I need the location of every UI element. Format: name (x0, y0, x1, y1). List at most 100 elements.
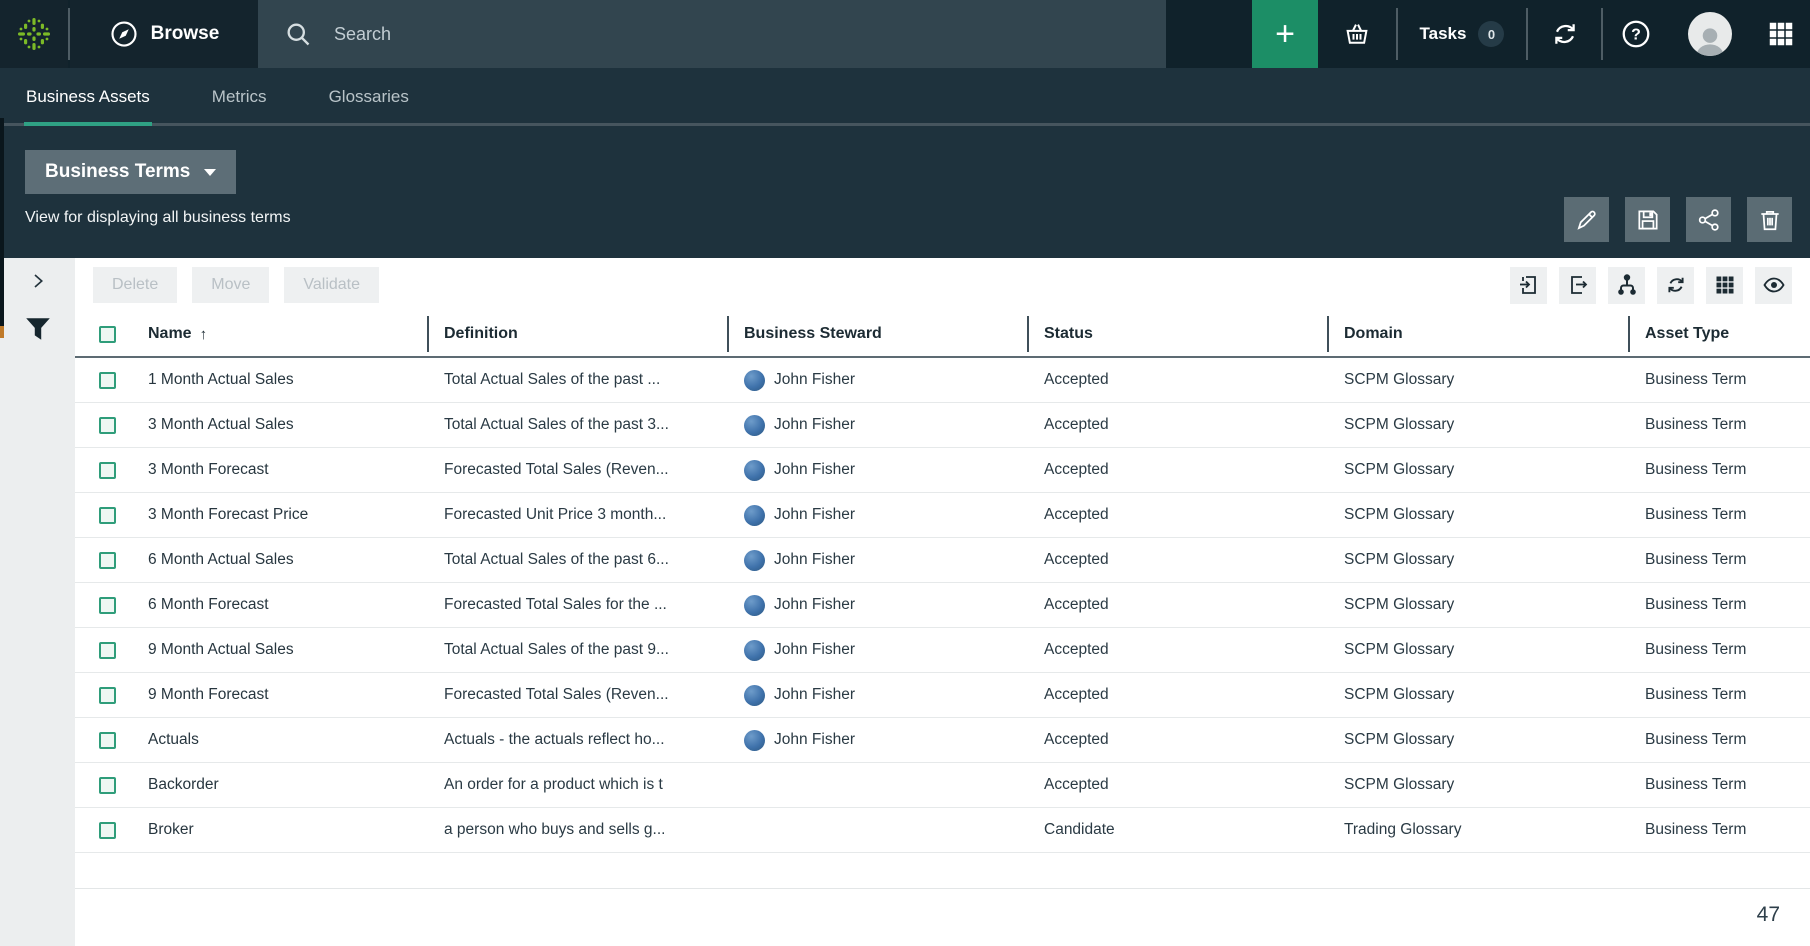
tasks-label: Tasks (1420, 24, 1467, 44)
user-menu[interactable] (1669, 0, 1751, 68)
collibra-logo[interactable] (0, 0, 68, 68)
table-row[interactable]: Backorder An order for a product which i… (75, 763, 1810, 808)
expand-panel-button[interactable] (29, 272, 47, 290)
tab-glossaries[interactable]: Glossaries (327, 68, 411, 126)
row-checkbox[interactable] (99, 372, 116, 389)
asset-name-link[interactable]: 6 Month Forecast (140, 596, 427, 614)
filter-button[interactable] (23, 314, 53, 344)
row-checkbox[interactable] (99, 687, 116, 704)
steward-name[interactable]: John Fisher (774, 731, 855, 749)
asset-name-link[interactable]: Broker (140, 821, 427, 839)
table-row[interactable]: 3 Month Forecast Price Forecasted Unit P… (75, 493, 1810, 538)
global-search[interactable] (258, 0, 1166, 68)
steward-avatar (744, 685, 765, 706)
row-checkbox[interactable] (99, 597, 116, 614)
steward-name[interactable]: John Fisher (774, 641, 855, 659)
table-row[interactable]: 3 Month Actual Sales Total Actual Sales … (75, 403, 1810, 448)
tab-business-assets[interactable]: Business Assets (24, 68, 152, 126)
table-row[interactable]: 9 Month Forecast Forecasted Total Sales … (75, 673, 1810, 718)
asset-domain[interactable]: SCPM Glossary (1327, 506, 1628, 524)
row-checkbox[interactable] (99, 462, 116, 479)
export-button[interactable] (1559, 267, 1596, 304)
column-header-asset-type[interactable]: Asset Type (1628, 312, 1810, 356)
column-header-business-steward[interactable]: Business Steward (727, 312, 1027, 356)
row-select-cell (75, 462, 140, 479)
asset-name-link[interactable]: Actuals (140, 731, 427, 749)
asset-domain[interactable]: SCPM Glossary (1327, 551, 1628, 569)
steward-name[interactable]: John Fisher (774, 596, 855, 614)
asset-name-link[interactable]: Backorder (140, 776, 427, 794)
hierarchy-button[interactable] (1608, 267, 1645, 304)
data-basket-button[interactable] (1318, 0, 1396, 68)
business-steward-cell: John Fisher (727, 415, 1027, 436)
row-checkbox[interactable] (99, 777, 116, 794)
user-avatar (1688, 12, 1732, 56)
asset-domain[interactable]: SCPM Glossary (1327, 776, 1628, 794)
activities-button[interactable] (1528, 0, 1601, 68)
basket-icon (1342, 19, 1372, 49)
asset-domain[interactable]: Trading Glossary (1327, 821, 1628, 839)
table-row[interactable]: 1 Month Actual Sales Total Actual Sales … (75, 358, 1810, 403)
asset-domain[interactable]: SCPM Glossary (1327, 416, 1628, 434)
asset-name-link[interactable]: 3 Month Forecast Price (140, 506, 427, 524)
asset-domain[interactable]: SCPM Glossary (1327, 641, 1628, 659)
row-checkbox[interactable] (99, 642, 116, 659)
steward-name[interactable]: John Fisher (774, 461, 855, 479)
row-checkbox[interactable] (99, 552, 116, 569)
asset-domain[interactable]: SCPM Glossary (1327, 461, 1628, 479)
column-header-status[interactable]: Status (1027, 312, 1327, 356)
tab-metrics[interactable]: Metrics (210, 68, 269, 126)
row-checkbox[interactable] (99, 507, 116, 524)
asset-definition: a person who buys and sells g... (427, 821, 727, 839)
view-selector-button[interactable]: Business Terms (25, 150, 236, 194)
asset-name-link[interactable]: 9 Month Forecast (140, 686, 427, 704)
asset-name-link[interactable]: 9 Month Actual Sales (140, 641, 427, 659)
asset-name-link[interactable]: 6 Month Actual Sales (140, 551, 427, 569)
validate-button[interactable]: Validate (284, 267, 379, 303)
table-row[interactable]: Broker a person who buys and sells g... … (75, 808, 1810, 853)
table-row[interactable]: 6 Month Actual Sales Total Actual Sales … (75, 538, 1810, 583)
help-button[interactable]: ? (1603, 0, 1669, 68)
table-row[interactable]: 6 Month Forecast Forecasted Total Sales … (75, 583, 1810, 628)
import-button[interactable] (1510, 267, 1547, 304)
asset-domain[interactable]: SCPM Glossary (1327, 371, 1628, 389)
tasks-button[interactable]: Tasks 0 (1398, 0, 1526, 68)
row-checkbox[interactable] (99, 732, 116, 749)
create-button[interactable]: + (1252, 0, 1318, 68)
column-header-definition[interactable]: Definition (427, 312, 727, 356)
asset-definition: Forecasted Total Sales for the ... (427, 596, 727, 614)
asset-name-link[interactable]: 1 Month Actual Sales (140, 371, 427, 389)
steward-name[interactable]: John Fisher (774, 551, 855, 569)
select-all-checkbox[interactable] (99, 326, 116, 343)
table-row[interactable]: 9 Month Actual Sales Total Actual Sales … (75, 628, 1810, 673)
business-steward-cell: John Fisher (727, 370, 1027, 391)
asset-domain[interactable]: SCPM Glossary (1327, 686, 1628, 704)
preview-button[interactable] (1755, 267, 1792, 304)
apps-menu-button[interactable] (1751, 0, 1810, 68)
steward-name[interactable]: John Fisher (774, 371, 855, 389)
delete-view-button[interactable] (1747, 197, 1792, 242)
save-view-button[interactable] (1625, 197, 1670, 242)
steward-name[interactable]: John Fisher (774, 506, 855, 524)
asset-domain[interactable]: SCPM Glossary (1327, 596, 1628, 614)
steward-name[interactable]: John Fisher (774, 686, 855, 704)
columns-button[interactable] (1706, 267, 1743, 304)
browse-button[interactable]: Browse (70, 0, 258, 68)
delete-button[interactable]: Delete (93, 267, 177, 303)
table-row[interactable]: 3 Month Forecast Forecasted Total Sales … (75, 448, 1810, 493)
search-input[interactable] (334, 24, 1140, 45)
share-view-button[interactable] (1686, 197, 1731, 242)
table-row[interactable]: Actuals Actuals - the actuals reflect ho… (75, 718, 1810, 763)
asset-name-link[interactable]: 3 Month Actual Sales (140, 416, 427, 434)
asset-name-link[interactable]: 3 Month Forecast (140, 461, 427, 479)
asset-domain[interactable]: SCPM Glossary (1327, 731, 1628, 749)
steward-name[interactable]: John Fisher (774, 416, 855, 434)
column-header-name[interactable]: Name ↑ (140, 312, 427, 356)
move-button[interactable]: Move (192, 267, 269, 303)
edit-view-button[interactable] (1564, 197, 1609, 242)
column-header-domain[interactable]: Domain (1327, 312, 1628, 356)
row-checkbox[interactable] (99, 417, 116, 434)
refresh-button[interactable] (1657, 267, 1694, 304)
row-checkbox[interactable] (99, 822, 116, 839)
table-footer: 47 (75, 888, 1810, 940)
